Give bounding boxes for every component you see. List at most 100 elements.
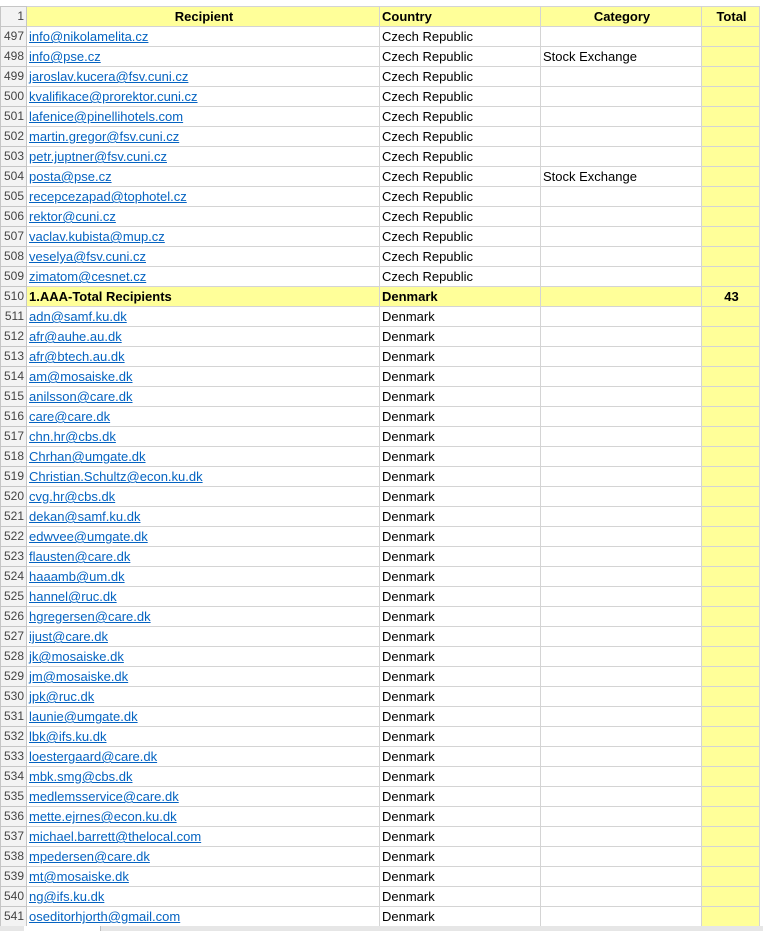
recipient-cell[interactable]: ng@ifs.ku.dk <box>26 886 380 907</box>
recipient-email-link[interactable]: care@care.dk <box>29 409 110 424</box>
category-cell[interactable] <box>540 766 702 787</box>
category-cell[interactable] <box>540 426 702 447</box>
country-cell[interactable]: Denmark <box>379 526 541 547</box>
recipient-cell[interactable]: recepcezapad@tophotel.cz <box>26 186 380 207</box>
recipient-email-link[interactable]: jk@mosaiske.dk <box>29 649 124 664</box>
total-cell[interactable] <box>701 166 760 187</box>
recipient-email-link[interactable]: rektor@cuni.cz <box>29 209 116 224</box>
total-cell[interactable] <box>701 526 760 547</box>
country-cell[interactable]: Denmark <box>379 726 541 747</box>
row-number[interactable]: 539 <box>0 866 27 887</box>
country-cell[interactable]: Denmark <box>379 386 541 407</box>
category-cell[interactable] <box>540 486 702 507</box>
recipient-cell[interactable]: martin.gregor@fsv.cuni.cz <box>26 126 380 147</box>
country-cell[interactable]: Denmark <box>379 866 541 887</box>
row-number[interactable]: 498 <box>0 46 27 67</box>
row-number[interactable]: 511 <box>0 306 27 327</box>
row-number[interactable]: 509 <box>0 266 27 287</box>
recipient-email-link[interactable]: lafenice@pinellihotels.com <box>29 109 183 124</box>
total-cell[interactable] <box>701 246 760 267</box>
category-cell[interactable] <box>540 226 702 247</box>
recipient-cell[interactable]: info@nikolamelita.cz <box>26 26 380 47</box>
recipient-header[interactable]: Recipient <box>26 6 380 27</box>
total-cell[interactable] <box>701 606 760 627</box>
total-cell[interactable] <box>701 886 760 907</box>
category-cell[interactable] <box>540 206 702 227</box>
row-number[interactable]: 508 <box>0 246 27 267</box>
row-number[interactable]: 536 <box>0 806 27 827</box>
row-number[interactable]: 523 <box>0 546 27 567</box>
recipient-email-link[interactable]: jaroslav.kucera@fsv.cuni.cz <box>29 69 188 84</box>
total-cell[interactable] <box>701 566 760 587</box>
recipient-email-link[interactable]: afr@btech.au.dk <box>29 349 125 364</box>
recipient-email-link[interactable]: afr@auhe.au.dk <box>29 329 122 344</box>
category-cell[interactable] <box>540 806 702 827</box>
recipient-cell[interactable]: 1.AAA-Total Recipients <box>26 286 380 307</box>
recipient-email-link[interactable]: ng@ifs.ku.dk <box>29 889 104 904</box>
category-cell[interactable] <box>540 826 702 847</box>
recipient-email-link[interactable]: posta@pse.cz <box>29 169 112 184</box>
recipient-cell[interactable]: veselya@fsv.cuni.cz <box>26 246 380 267</box>
category-cell[interactable] <box>540 586 702 607</box>
row-number[interactable]: 522 <box>0 526 27 547</box>
category-cell[interactable] <box>540 886 702 907</box>
country-cell[interactable]: Denmark <box>379 486 541 507</box>
total-cell[interactable] <box>701 666 760 687</box>
recipient-email-link[interactable]: loestergaard@care.dk <box>29 749 157 764</box>
total-cell[interactable] <box>701 646 760 667</box>
recipient-cell[interactable]: cvg.hr@cbs.dk <box>26 486 380 507</box>
total-cell[interactable] <box>701 866 760 887</box>
total-cell[interactable]: 43 <box>701 286 760 307</box>
row-number[interactable]: 505 <box>0 186 27 207</box>
total-cell[interactable] <box>701 226 760 247</box>
country-cell[interactable]: Denmark <box>379 566 541 587</box>
recipient-cell[interactable]: haaamb@um.dk <box>26 566 380 587</box>
recipient-cell[interactable]: petr.juptner@fsv.cuni.cz <box>26 146 380 167</box>
row-number[interactable]: 533 <box>0 746 27 767</box>
recipient-cell[interactable]: zimatom@cesnet.cz <box>26 266 380 287</box>
row-number[interactable]: 500 <box>0 86 27 107</box>
recipient-email-link[interactable]: cvg.hr@cbs.dk <box>29 489 115 504</box>
category-cell[interactable] <box>540 66 702 87</box>
country-cell[interactable]: Denmark <box>379 806 541 827</box>
country-cell[interactable]: Denmark <box>379 686 541 707</box>
recipient-email-link[interactable]: haaamb@um.dk <box>29 569 125 584</box>
country-cell[interactable]: Denmark <box>379 306 541 327</box>
recipient-email-link[interactable]: mette.ejrnes@econ.ku.dk <box>29 809 177 824</box>
category-cell[interactable] <box>540 106 702 127</box>
recipient-cell[interactable]: loestergaard@care.dk <box>26 746 380 767</box>
row-number[interactable]: 525 <box>0 586 27 607</box>
total-cell[interactable] <box>701 206 760 227</box>
category-cell[interactable] <box>540 146 702 167</box>
total-cell[interactable] <box>701 706 760 727</box>
row-number[interactable]: 502 <box>0 126 27 147</box>
recipient-cell[interactable]: posta@pse.cz <box>26 166 380 187</box>
category-cell[interactable] <box>540 686 702 707</box>
recipient-cell[interactable]: medlemsservice@care.dk <box>26 786 380 807</box>
category-cell[interactable] <box>540 446 702 467</box>
recipient-cell[interactable]: anilsson@care.dk <box>26 386 380 407</box>
row-number[interactable]: 527 <box>0 626 27 647</box>
country-cell[interactable]: Denmark <box>379 426 541 447</box>
total-cell[interactable] <box>701 346 760 367</box>
total-cell[interactable] <box>701 726 760 747</box>
country-cell[interactable]: Denmark <box>379 766 541 787</box>
recipient-email-link[interactable]: zimatom@cesnet.cz <box>29 269 146 284</box>
row-number[interactable]: 537 <box>0 826 27 847</box>
row-number[interactable]: 512 <box>0 326 27 347</box>
recipient-email-link[interactable]: hannel@ruc.dk <box>29 589 117 604</box>
category-cell[interactable] <box>540 666 702 687</box>
recipient-cell[interactable]: afr@btech.au.dk <box>26 346 380 367</box>
recipient-email-link[interactable]: recepcezapad@tophotel.cz <box>29 189 187 204</box>
row-number[interactable]: 515 <box>0 386 27 407</box>
category-cell[interactable] <box>540 466 702 487</box>
total-cell[interactable] <box>701 106 760 127</box>
row-number[interactable]: 535 <box>0 786 27 807</box>
country-cell[interactable]: Denmark <box>379 586 541 607</box>
row-number[interactable]: 531 <box>0 706 27 727</box>
country-cell[interactable]: Czech Republic <box>379 226 541 247</box>
country-cell[interactable]: Czech Republic <box>379 186 541 207</box>
recipient-cell[interactable]: jpk@ruc.dk <box>26 686 380 707</box>
recipient-cell[interactable]: hannel@ruc.dk <box>26 586 380 607</box>
category-cell[interactable] <box>540 26 702 47</box>
